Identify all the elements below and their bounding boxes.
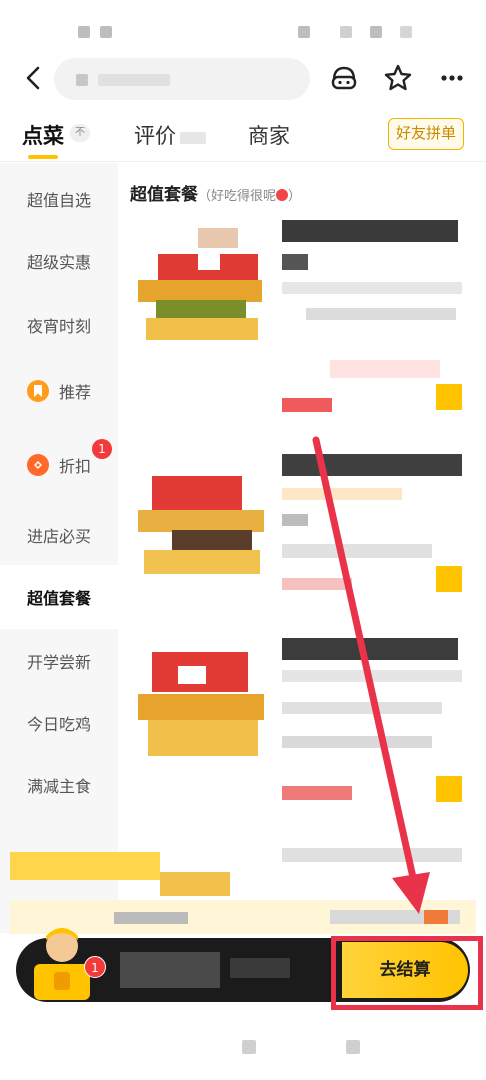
status-blur <box>78 26 90 38</box>
sidebar-item-label: 开学尝新 <box>26 653 91 672</box>
sidebar-item-staple-discount[interactable]: 满减主食 <box>0 753 118 817</box>
cart-count-badge: 1 <box>84 956 106 978</box>
sidebar-item-back-to-school[interactable]: 开学尝新 <box>0 629 118 693</box>
customer-service-icon[interactable] <box>328 62 360 94</box>
section-title-text: 超值套餐 <box>130 185 198 205</box>
category-sidebar: 超值自选 超级实惠 夜宵时刻 推荐 折扣 1 进店必买 超值套餐 开学尝新 今日… <box>0 163 118 933</box>
product-tag-blur <box>282 488 402 500</box>
nav-indicator <box>242 1040 256 1054</box>
add-button[interactable] <box>436 566 462 592</box>
add-button[interactable] <box>436 384 462 410</box>
product-desc-blur <box>282 254 308 270</box>
back-icon[interactable] <box>20 64 48 92</box>
sidebar-item-late-night[interactable]: 夜宵时刻 <box>0 293 118 357</box>
tab-order-badge: 不 <box>70 124 90 142</box>
status-blur <box>298 26 310 38</box>
add-button[interactable] <box>436 776 462 802</box>
tab-merchant[interactable]: 商家 <box>248 120 290 150</box>
sidebar-item-label: 夜宵时刻 <box>26 317 91 336</box>
product-name-blur <box>282 220 458 242</box>
product-desc-blur <box>282 514 308 526</box>
status-blur <box>370 26 382 38</box>
product-image <box>138 450 266 578</box>
section-title: 超值套餐（好吃得很呢 ） <box>130 180 301 205</box>
product-name-blur <box>282 454 462 476</box>
product-card[interactable] <box>130 440 470 630</box>
product-image-partial <box>160 872 230 896</box>
tab-order[interactable]: 点菜 <box>22 120 64 150</box>
sidebar-item-value-combo[interactable]: 超值套餐 <box>0 565 118 629</box>
search-text-blur <box>76 74 88 86</box>
promo-text-blur <box>114 912 188 924</box>
sidebar-item-value-pick[interactable]: 超值自选 <box>0 167 118 231</box>
product-image <box>138 636 266 764</box>
star-icon[interactable] <box>382 62 414 94</box>
product-desc-blur <box>282 544 432 558</box>
review-count-blur <box>180 132 206 144</box>
sidebar-item-label: 推荐 <box>58 383 91 402</box>
sidebar-item-label: 今日吃鸡 <box>26 715 91 734</box>
heart-icon <box>276 189 289 201</box>
status-bar <box>0 0 486 52</box>
product-desc-blur <box>306 308 456 320</box>
product-desc-blur <box>282 702 442 714</box>
sidebar-item-label: 满减主食 <box>26 777 91 796</box>
status-blur <box>100 26 112 38</box>
sidebar-item-recommend[interactable]: 推荐 <box>0 359 118 423</box>
product-name-blur <box>282 848 462 862</box>
sidebar-discount-badge: 1 <box>92 439 112 459</box>
product-price-blur <box>282 578 352 590</box>
product-name-blur <box>282 638 458 660</box>
sidebar-item-must-buy[interactable]: 进店必买 <box>0 503 118 567</box>
product-desc-blur <box>282 670 462 682</box>
status-blur <box>340 26 352 38</box>
product-desc-blur <box>282 282 462 294</box>
tab-underline <box>28 155 58 159</box>
tab-reviews[interactable]: 评价 <box>134 120 176 150</box>
product-card[interactable] <box>130 626 470 816</box>
product-desc-blur <box>282 736 432 748</box>
status-blur <box>400 26 412 38</box>
promo-icon <box>10 852 160 880</box>
sidebar-item-label: 超级实惠 <box>26 253 91 272</box>
discount-icon <box>26 454 49 476</box>
tab-bar: 点菜 不 评价 商家 好友拼单 <box>0 110 486 162</box>
bookmark-icon <box>26 380 49 402</box>
section-subtitle: （好吃得很呢 <box>198 189 277 204</box>
product-tag-blur <box>330 360 440 378</box>
sidebar-item-super-deal[interactable]: 超级实惠 <box>0 229 118 293</box>
sidebar-item-label: 折扣 <box>58 457 91 476</box>
friends-group-order-button[interactable]: 好友拼单 <box>388 118 464 150</box>
promo-text-blur <box>424 910 448 924</box>
sidebar-item-label: 进店必买 <box>26 527 91 546</box>
highlight-box <box>331 936 483 1010</box>
more-icon[interactable] <box>436 62 468 94</box>
header <box>0 52 486 108</box>
cart-total-blur <box>230 958 290 978</box>
search-text-blur <box>98 74 170 86</box>
product-price-blur <box>282 786 352 800</box>
product-price-blur <box>282 398 332 412</box>
cart-total-blur <box>120 952 220 988</box>
product-image <box>138 218 266 346</box>
section-subtitle-end: ） <box>288 189 302 204</box>
product-card[interactable] <box>130 208 470 412</box>
search-box[interactable] <box>54 58 310 100</box>
sidebar-item-chicken-today[interactable]: 今日吃鸡 <box>0 691 118 755</box>
sidebar-item-label: 超值自选 <box>26 191 91 210</box>
sidebar-item-discount[interactable]: 折扣 1 <box>0 433 118 497</box>
nav-indicator <box>346 1040 360 1054</box>
sidebar-item-label: 超值套餐 <box>26 589 91 608</box>
